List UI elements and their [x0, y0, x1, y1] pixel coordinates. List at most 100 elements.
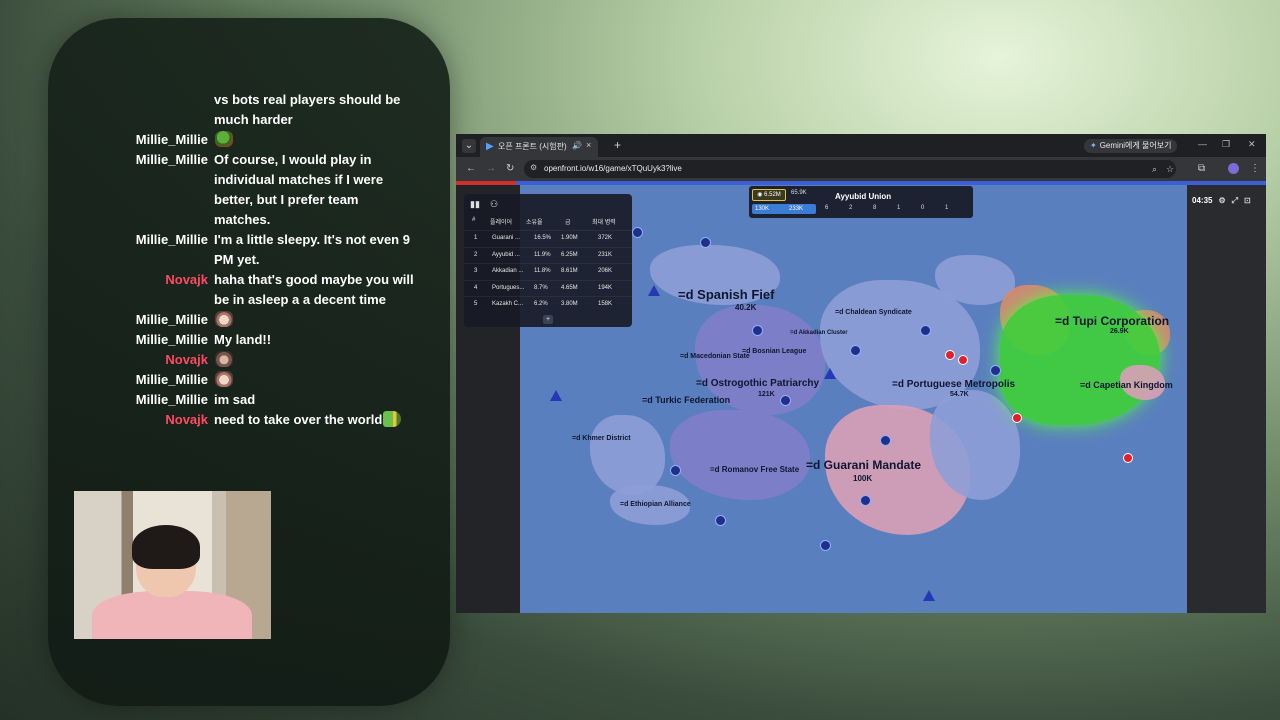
- chat-text-content: im sad: [214, 392, 256, 407]
- leaderboard-cell-troops: 158K: [598, 301, 613, 307]
- city-marker: [824, 368, 836, 379]
- chat-username[interactable]: Millie_Millie: [136, 310, 208, 330]
- label-macedonian: =d Macedonian State: [680, 353, 750, 360]
- col-max-troops[interactable]: 최대 병력: [592, 217, 616, 226]
- port-marker: [670, 465, 681, 476]
- close-window-icon[interactable]: ✕: [1248, 139, 1256, 150]
- chat-message: Novajk haha that's good maybe you will be…: [48, 270, 450, 310]
- label-tupi-troops: 26.9K: [1110, 328, 1129, 335]
- extensions-icon[interactable]: ⧉: [1198, 163, 1205, 174]
- col-rank[interactable]: #: [472, 217, 475, 223]
- leaderboard-chart-icon[interactable]: ▮▮: [470, 199, 480, 210]
- zoom-icon[interactable]: ⌕: [1152, 164, 1157, 175]
- port-marker: [780, 395, 791, 406]
- port-marker: [880, 435, 891, 446]
- leaderboard-row[interactable]: 2 Ayyubid ... 11.9% 6.25M 231K: [464, 246, 632, 263]
- chat-message: Millie_Millie: [48, 130, 450, 150]
- chat-message: Millie_Millie I'm a little sleepy. It's n…: [48, 230, 450, 270]
- label-ostrogothic: =d Ostrogothic Patriarchy: [696, 378, 820, 389]
- leaderboard-cell-troops: 206K: [598, 268, 613, 274]
- maximize-icon[interactable]: ❐: [1222, 139, 1230, 150]
- profile-avatar[interactable]: [1228, 163, 1239, 174]
- gold-display: ◉ 6.52M: [752, 189, 786, 201]
- tab-close-icon[interactable]: ×: [586, 140, 591, 150]
- timer-text: 04:35: [1192, 196, 1213, 205]
- leaderboard-cell-rank: 3: [474, 268, 478, 274]
- label-bosnian: =d Bosnian League: [742, 348, 807, 355]
- port-marker: [820, 540, 831, 551]
- label-tupi: =d Tupi Corporation: [1055, 314, 1170, 328]
- port-marker: [920, 325, 931, 336]
- chat-message: Millie_Millie Of course, I would play in …: [48, 150, 450, 230]
- chat-message: Millie_Millie: [48, 370, 450, 390]
- browser-window: ⌄ ▶ 오픈 프론트 (시험판) 🔊 × + ✦ Gemini에게 물어보기 — …: [456, 134, 1266, 613]
- col-share[interactable]: 소유율: [526, 217, 543, 226]
- chat-text: [214, 370, 414, 390]
- chat-messages: vs bots real players should be much hard…: [48, 90, 450, 430]
- tab-openfront[interactable]: ▶ 오픈 프론트 (시험판) 🔊 ×: [480, 137, 598, 157]
- chat-text: My land!!: [214, 330, 414, 350]
- chat-username[interactable]: Millie_Millie: [136, 370, 208, 390]
- port-marker: [752, 325, 763, 336]
- enemy-marker: [1123, 453, 1133, 463]
- chat-username[interactable]: Millie_Millie: [136, 230, 208, 250]
- bookmark-star-icon[interactable]: ☆: [1166, 164, 1174, 175]
- gemini-label: Gemini에게 물어보기: [1099, 141, 1172, 150]
- leaderboard-row[interactable]: 3 Akkadian ... 11.8% 8.61M 206K: [464, 263, 632, 279]
- port-marker: [632, 227, 643, 238]
- stat-ports: 8: [873, 205, 877, 211]
- chat-username[interactable]: Millie_Millie: [136, 330, 208, 350]
- webcam-feed: [74, 491, 271, 639]
- leaderboard-row[interactable]: 4 Portugues... 8.7% 4.65M 194K: [464, 279, 632, 296]
- minimize-icon[interactable]: —: [1198, 139, 1207, 149]
- chat-username[interactable]: Novajk: [165, 410, 208, 430]
- col-player[interactable]: 플레이어: [490, 217, 512, 226]
- leaderboard-cell-rank: 2: [474, 251, 478, 258]
- leaderboard-expand-button[interactable]: +: [543, 315, 553, 324]
- chat-text: [214, 350, 414, 370]
- settings-icon[interactable]: ⚙: [1218, 196, 1225, 205]
- port-marker: [700, 237, 711, 248]
- chat-message: Millie_Millie im sad: [48, 390, 450, 410]
- chat-text: [214, 130, 414, 150]
- forward-icon[interactable]: →: [486, 163, 496, 174]
- chat-text: haha that's good maybe you will be in as…: [214, 270, 414, 310]
- site-info-icon[interactable]: ⚙: [530, 163, 537, 172]
- tab-search-icon[interactable]: ⌄: [462, 139, 476, 153]
- url-text[interactable]: openfront.io/w16/game/xTQuUyk3?live: [544, 164, 682, 173]
- reload-icon[interactable]: ↻: [506, 163, 514, 174]
- leaderboard-panel: ▮▮ ⚇ # 플레이어 소유율 금 최대 병력 1 Guarani ... 16.5…: [464, 194, 632, 327]
- leaderboard-row[interactable]: 5 Kazakh C... 6.2% 3.80M 158K: [464, 296, 632, 312]
- stat-defense: 0: [921, 205, 925, 211]
- back-icon[interactable]: ←: [466, 163, 476, 174]
- chat-username[interactable]: Novajk: [165, 350, 208, 370]
- chat-text: vs bots real players should be much hard…: [214, 90, 414, 130]
- new-tab-icon[interactable]: +: [614, 138, 621, 152]
- label-romanov: =d Romanov Free State: [710, 465, 800, 474]
- gemini-button[interactable]: ✦ Gemini에게 물어보기: [1084, 139, 1178, 153]
- leaderboard-cell-gold: 4.65M: [561, 284, 578, 291]
- col-gold[interactable]: 금: [565, 217, 571, 226]
- enemy-marker: [958, 355, 968, 365]
- leaderboard-cell-gold: 3.80M: [561, 301, 578, 307]
- team-icon[interactable]: ⚇: [490, 199, 498, 210]
- cat-emote-icon: [215, 311, 233, 327]
- cat2-emote-icon: [215, 351, 233, 367]
- address-bar[interactable]: ⚙ openfront.io/w16/game/xTQuUyk3?live ⌕ …: [524, 160, 1176, 178]
- chat-username[interactable]: Novajk: [165, 270, 208, 290]
- label-turkic: =d Turkic Federation: [642, 395, 731, 405]
- tab-audio-icon[interactable]: 🔊: [572, 141, 582, 150]
- chat-username[interactable]: Millie_Millie: [136, 390, 208, 410]
- leaderboard-cell-gold: 6.25M: [561, 251, 578, 258]
- chat-text-content: My land!!: [214, 332, 272, 347]
- city-marker: [923, 590, 935, 601]
- fullscreen-icon[interactable]: ⤢: [1232, 196, 1238, 205]
- leaderboard-row[interactable]: 1 Guarani ... 16.5% 1.90M 372K: [464, 230, 632, 246]
- exit-icon[interactable]: ⊡: [1244, 196, 1251, 205]
- label-ostrogothic-troops: 121K: [758, 391, 775, 398]
- game-side-right: [1187, 185, 1266, 613]
- chat-username[interactable]: Millie_Millie: [136, 150, 208, 170]
- menu-icon[interactable]: ⋮: [1250, 163, 1260, 174]
- chat-username[interactable]: Millie_Millie: [136, 130, 208, 150]
- landmass: [670, 410, 810, 500]
